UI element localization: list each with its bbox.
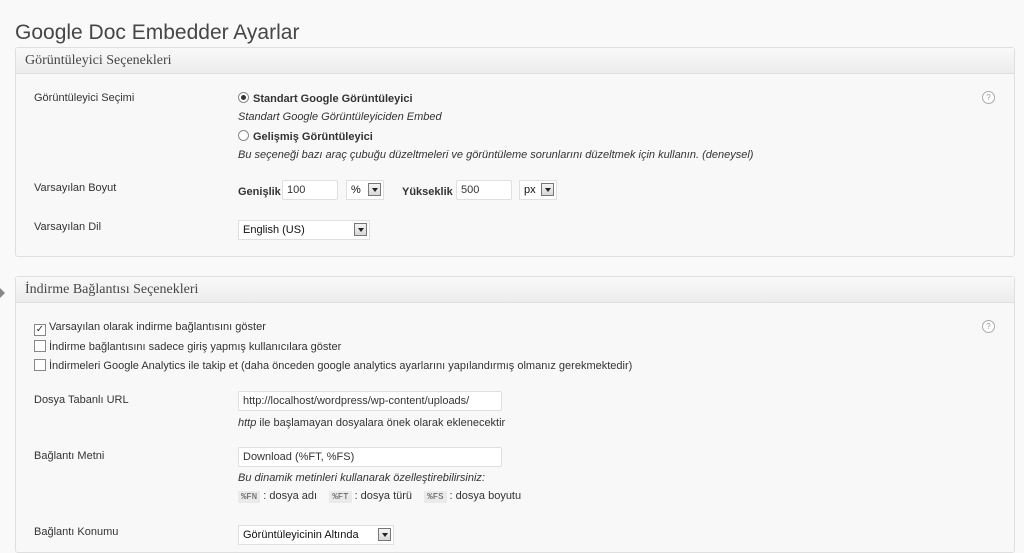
height-unit-value: px bbox=[524, 184, 536, 196]
token-code: %FT bbox=[329, 491, 352, 503]
logged-in-only-label: İndirme bağlantısını sadece giriş yapmış… bbox=[49, 341, 342, 353]
standard-viewer-radio[interactable] bbox=[238, 92, 249, 103]
show-download-link-label: Varsayılan olarak indirme bağlantısını g… bbox=[49, 321, 266, 333]
token-desc: : dosya adı bbox=[260, 490, 318, 502]
base-url-hint-text: ile başlamayan dosyalara önek olarak ekl… bbox=[256, 417, 506, 429]
google-analytics-label: İndirmeleri Google Analytics ile takip e… bbox=[49, 360, 633, 372]
width-label: Genişlik bbox=[238, 186, 281, 198]
link-position-select[interactable]: Görüntüleyicinin Altında bbox=[238, 525, 394, 545]
logged-in-only-row[interactable]: İndirme bağlantısını sadece giriş yapmış… bbox=[34, 340, 341, 353]
google-analytics-row[interactable]: İndirmeleri Google Analytics ile takip e… bbox=[34, 359, 632, 372]
width-unit-select[interactable]: % bbox=[346, 180, 384, 200]
enhanced-viewer-description: Bu seçeneği bazı araç çubuğu düzeltmeler… bbox=[238, 149, 754, 161]
help-icon[interactable]: ? bbox=[982, 320, 995, 333]
link-text-input[interactable]: Download (%FT, %FS) bbox=[238, 447, 502, 467]
show-download-link-row[interactable]: ✓ Varsayılan olarak indirme bağlantısını … bbox=[34, 321, 266, 336]
chevron-down-icon bbox=[354, 223, 367, 236]
viewer-options-panel: Görüntüleyici Seçenekleri Görüntüleyici … bbox=[15, 47, 1015, 257]
standard-viewer-description: Standart Google Görüntüleyiciden Embed bbox=[238, 111, 442, 123]
link-position-label: Bağlantı Konumu bbox=[34, 526, 119, 538]
base-url-label: Dosya Tabanlı URL bbox=[34, 394, 129, 406]
enhanced-viewer-radio[interactable] bbox=[238, 130, 249, 141]
token-code: %FN bbox=[238, 491, 261, 503]
download-options-header[interactable]: İndirme Bağlantısı Seçenekleri bbox=[16, 277, 1014, 303]
base-url-hint-protocol: http bbox=[238, 417, 257, 429]
default-lang-value: English (US) bbox=[243, 224, 305, 236]
help-icon[interactable]: ? bbox=[982, 91, 995, 104]
base-url-hint: http ile başlamayan dosyalara önek olara… bbox=[238, 417, 505, 429]
default-lang-select[interactable]: English (US) bbox=[238, 220, 370, 240]
download-options-panel: İndirme Bağlantısı Seçenekleri ✓ Varsayıl… bbox=[15, 276, 1015, 553]
enhanced-viewer-radio-row[interactable]: Gelişmiş Görüntüleyici bbox=[238, 130, 373, 143]
link-text-tokens: %FN : dosya adı %FT : dosya türü %FS : d… bbox=[238, 490, 522, 503]
token-desc: : dosya boyutu bbox=[446, 490, 522, 502]
page-title: Google Doc Embedder Ayarlar bbox=[15, 21, 300, 45]
link-text-label: Bağlantı Metni bbox=[34, 450, 105, 462]
height-unit-select[interactable]: px bbox=[519, 180, 557, 200]
show-download-link-checkbox[interactable]: ✓ bbox=[34, 324, 46, 336]
viewer-options-header[interactable]: Görüntüleyici Seçenekleri bbox=[16, 48, 1014, 74]
chevron-down-icon bbox=[541, 183, 554, 196]
google-analytics-checkbox[interactable] bbox=[34, 359, 46, 371]
collapse-arrow-icon[interactable] bbox=[0, 288, 5, 298]
link-text-hint: Bu dinamik metinleri kullanarak özelleşt… bbox=[238, 472, 485, 484]
enhanced-viewer-label: Gelişmiş Görüntüleyici bbox=[253, 131, 373, 143]
token-desc: : dosya türü bbox=[351, 490, 413, 502]
chevron-down-icon bbox=[368, 183, 381, 196]
standard-viewer-radio-row[interactable]: Standart Google Görüntüleyici bbox=[238, 92, 413, 105]
height-label: Yükseklik bbox=[402, 186, 453, 198]
width-input[interactable]: 100 bbox=[282, 180, 338, 200]
viewer-choice-label: Görüntüleyici Seçimi bbox=[34, 92, 135, 104]
default-size-label: Varsayılan Boyut bbox=[34, 182, 117, 194]
token-code: %FS bbox=[424, 491, 447, 503]
base-url-input[interactable]: http://localhost/wordpress/wp-content/up… bbox=[238, 391, 502, 411]
link-position-value: Görüntüleyicinin Altında bbox=[243, 529, 359, 541]
logged-in-only-checkbox[interactable] bbox=[34, 340, 46, 352]
standard-viewer-label: Standart Google Görüntüleyici bbox=[253, 93, 413, 105]
default-lang-label: Varsayılan Dil bbox=[34, 221, 102, 233]
height-input[interactable]: 500 bbox=[456, 180, 512, 200]
width-unit-value: % bbox=[351, 184, 361, 196]
chevron-down-icon bbox=[378, 528, 391, 541]
